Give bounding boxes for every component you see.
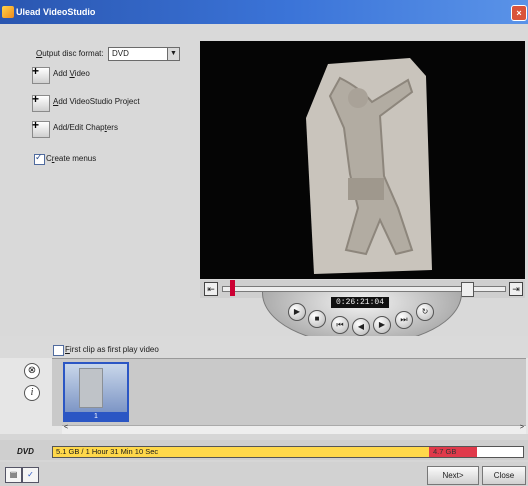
play-position-marker[interactable] xyxy=(230,280,235,296)
trim-handle[interactable] xyxy=(461,282,474,297)
mark-in-icon[interactable]: ⇤ xyxy=(204,282,218,296)
checkmark-icon[interactable]: ✓ xyxy=(22,467,39,483)
end-icon[interactable]: ⏭ xyxy=(395,311,413,329)
thumbnail-figure xyxy=(79,368,103,408)
chevron-down-icon[interactable]: ▼ xyxy=(167,48,179,60)
app-logo-icon xyxy=(2,6,14,18)
create-menus-checkbox[interactable] xyxy=(34,152,45,165)
chapters-icon xyxy=(32,118,50,138)
capacity-limit-text: 4.7 GB xyxy=(433,447,457,456)
play-icon[interactable]: ▶ xyxy=(288,303,306,321)
preview-frame-image xyxy=(306,58,432,274)
clip-info-icon[interactable]: i xyxy=(24,385,40,401)
first-clip-label: First clip as first play video xyxy=(65,345,159,354)
add-edit-chapters-label: Add/Edit Chapters xyxy=(53,123,118,132)
prev-frame-icon[interactable]: ◀ xyxy=(352,318,370,336)
close-button[interactable]: Close xyxy=(482,466,526,485)
clip-strip-scrollbar[interactable]: < > xyxy=(62,424,526,434)
disc-type-label: DVD xyxy=(17,447,34,456)
home-icon[interactable]: ⏮ xyxy=(331,316,349,334)
create-menus-label: Create menus xyxy=(46,154,97,163)
capacity-bar: 5.1 GB / 1 Hour 31 Min 10 Sec 4.7 GB xyxy=(52,446,478,458)
title-bar: Ulead VideoStudio × xyxy=(0,0,528,24)
add-project-label: Add VideoStudio Project xyxy=(53,97,140,106)
capacity-used-text: 5.1 GB / 1 Hour 31 Min 10 Sec xyxy=(56,447,159,456)
output-format-select[interactable]: DVD ▼ xyxy=(108,47,180,61)
window-title: Ulead VideoStudio xyxy=(16,7,96,17)
remove-clip-icon[interactable]: ⊗ xyxy=(24,363,40,379)
scroll-left-icon[interactable]: < xyxy=(64,424,68,431)
output-format-label: Output disc format: xyxy=(36,49,104,58)
next-frame-icon[interactable]: ▶ xyxy=(373,316,391,334)
repeat-icon[interactable]: ↻ xyxy=(416,303,434,321)
capacity-remaining xyxy=(477,446,524,458)
clip-thumbnail[interactable] xyxy=(63,362,129,416)
clip-index: 1 xyxy=(63,412,129,422)
timecode-display[interactable]: 0:26:21:04 xyxy=(331,297,389,308)
stop-icon[interactable]: ■ xyxy=(308,310,326,328)
add-project-icon xyxy=(32,92,50,112)
mark-out-icon[interactable]: ⇥ xyxy=(509,282,523,296)
add-video-icon xyxy=(32,64,50,84)
layout-menu-icon[interactable]: ▤ xyxy=(5,467,22,483)
scroll-right-icon[interactable]: > xyxy=(520,424,524,431)
add-video-label: Add Video xyxy=(53,69,90,78)
next-button[interactable]: Next> xyxy=(427,466,479,485)
close-window-icon[interactable]: × xyxy=(511,5,527,21)
output-format-value: DVD xyxy=(112,49,129,58)
first-clip-checkbox[interactable] xyxy=(53,345,64,356)
